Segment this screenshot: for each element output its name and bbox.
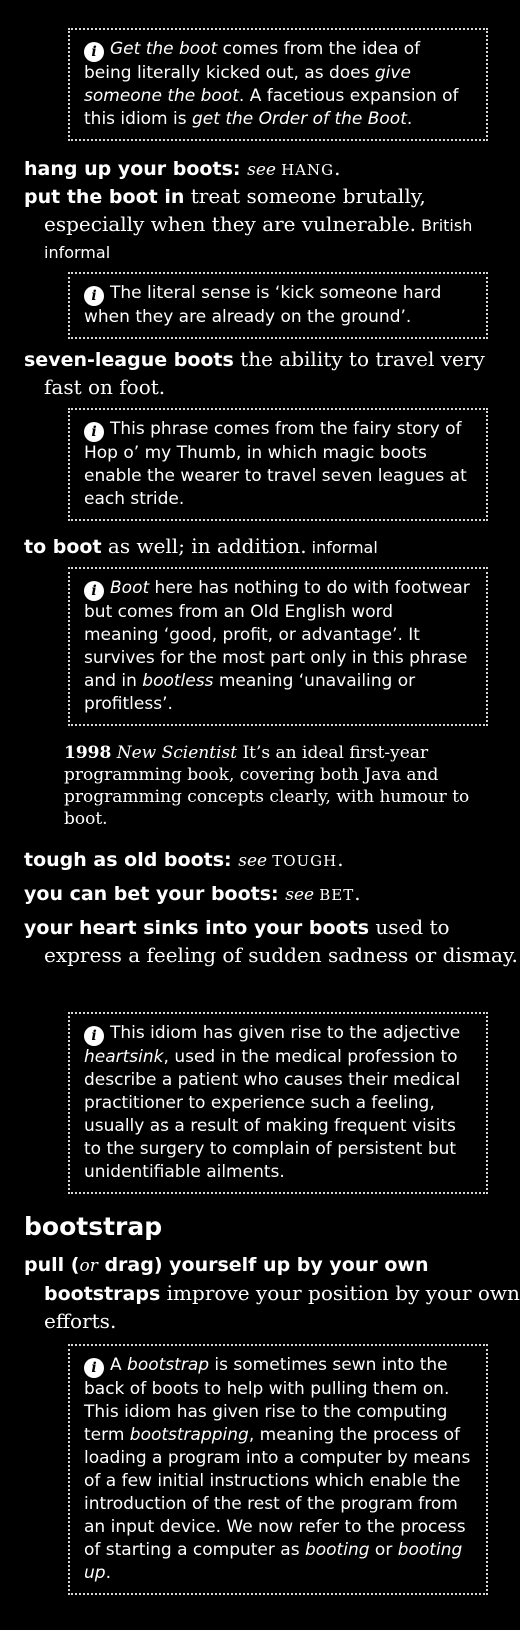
- info-icon: i: [84, 581, 104, 601]
- info-icon: i: [84, 422, 104, 442]
- note-text: bootless: [142, 671, 214, 691]
- entry-tough-as-old-boots: tough as old boots: see TOUGH.: [24, 846, 520, 874]
- headword: put the boot in: [24, 186, 185, 208]
- usage-note-heartsink: i This idiom has given rise to the adject…: [68, 1012, 488, 1194]
- cross-ref-label: see: [238, 851, 268, 871]
- punctuation: .: [337, 847, 344, 871]
- note-text: heartsink: [84, 1047, 164, 1067]
- entry-to-boot: to boot as well; in addition. informal: [24, 533, 520, 561]
- headword-bootstrap: bootstrap: [24, 1212, 163, 1241]
- note-text: .: [406, 109, 413, 129]
- cross-ref-target[interactable]: HANG: [281, 161, 334, 179]
- definition: as well; in addition.: [101, 534, 307, 558]
- headword: seven-league boots: [24, 349, 234, 371]
- info-icon: i: [84, 1358, 104, 1378]
- cross-ref-target[interactable]: TOUGH: [272, 852, 337, 870]
- entry-put-the-boot-in: put the boot in treat someone brutally, …: [24, 183, 520, 266]
- usage-note-put-the-boot-in: i The literal sense is ‘kick someone hard…: [68, 272, 488, 339]
- cross-ref-target[interactable]: BET: [319, 886, 354, 904]
- headword: to boot: [24, 536, 102, 558]
- note-text: booting: [304, 1540, 370, 1560]
- usage-note-get-the-boot: i Get the boot comes from the idea of bei…: [68, 28, 488, 141]
- entry-you-can-bet-your-boots: you can bet your boots: see BET.: [24, 880, 520, 908]
- note-text: , used in the medical profession to desc…: [84, 1047, 461, 1182]
- entry-your-heart-sinks: your heart sinks into your boots used to…: [24, 914, 520, 970]
- punctuation: :: [271, 883, 286, 905]
- register-label: informal: [306, 538, 378, 557]
- note-text: .: [105, 1563, 111, 1583]
- info-icon: i: [84, 42, 104, 62]
- headword: your heart sinks into your boots: [24, 917, 369, 939]
- quote-source: New Scientist: [116, 743, 238, 763]
- note-text: A: [110, 1355, 128, 1375]
- headword: tough as old boots: [24, 849, 225, 871]
- entry-hang-up-your-boots: hang up your boots: see HANG.: [24, 155, 514, 183]
- headword: you can bet your boots: [24, 883, 272, 905]
- info-icon: i: [84, 286, 104, 306]
- note-text: Get the boot: [110, 39, 218, 59]
- citation-quote: 1998 New Scientist It’s an ideal first-y…: [64, 742, 494, 830]
- usage-note-bootstrap: iA bootstrap is sometimes sewn into the …: [68, 1344, 488, 1595]
- entry-seven-league-boots: seven-league boots the ability to travel…: [24, 346, 520, 402]
- note-text: This idiom has given rise to the adjecti…: [110, 1023, 461, 1043]
- note-text: get the Order of the Boot: [192, 109, 407, 129]
- headword: hang up your boots: [24, 158, 233, 180]
- usage-note-seven-league-boots: i This phrase comes from the fairy story …: [68, 408, 488, 521]
- info-icon: i: [84, 1026, 104, 1046]
- cross-ref-label: see: [285, 885, 315, 905]
- punctuation: :: [232, 158, 248, 180]
- punctuation: .: [354, 881, 361, 905]
- note-text: Boot: [110, 578, 150, 598]
- entry-pull-yourself-up: pull (or drag) yourself up by your own b…: [24, 1252, 520, 1336]
- note-text: The literal sense is ‘kick someone hard …: [84, 283, 442, 327]
- usage-note-to-boot: i Boot here has nothing to do with footwe…: [68, 567, 488, 726]
- cross-ref-label: see: [247, 160, 276, 180]
- dictionary-page: i Get the boot comes from the idea of bei…: [0, 0, 520, 1630]
- quote-year: 1998: [64, 743, 112, 763]
- headword: pull (: [24, 1254, 80, 1276]
- note-text: or: [369, 1540, 398, 1560]
- headword-variant-label: or: [79, 1256, 98, 1276]
- note-text: bootstrapping: [129, 1425, 249, 1445]
- note-text: bootstrap: [127, 1355, 210, 1375]
- punctuation: .: [334, 156, 341, 180]
- punctuation: :: [224, 849, 239, 871]
- note-text: This phrase comes from the fairy story o…: [84, 419, 467, 509]
